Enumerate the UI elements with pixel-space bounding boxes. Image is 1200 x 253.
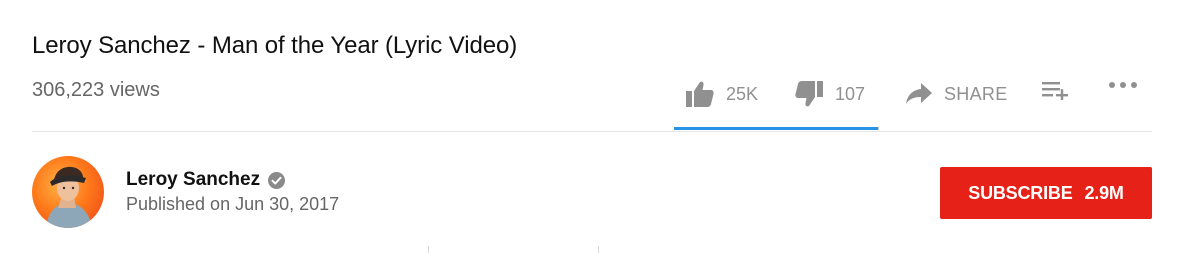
action-bar: 25K 107 SHARE [0,80,1200,110]
thumbs-up-icon [686,81,714,107]
channel-name-row: Leroy Sanchez [126,168,286,192]
dislike-button[interactable]: 107 [795,80,865,108]
divider [32,131,1152,132]
share-button[interactable]: SHARE [906,80,1008,108]
thumbs-down-icon [795,81,823,107]
subscribe-label: SUBSCRIBE [968,182,1073,203]
sentiment-bar [674,127,879,130]
channel-avatar[interactable] [32,156,104,228]
subscribe-button[interactable]: SUBSCRIBE 2.9M [940,167,1152,219]
more-dots-icon [1108,80,1138,90]
like-count: 25K [726,84,759,104]
verified-check-icon [268,171,286,189]
sentiment-bar-like-fill [674,127,879,130]
add-to-playlist-button[interactable] [1042,80,1070,100]
more-actions-button[interactable] [1108,80,1138,90]
like-button[interactable]: 25K [686,80,758,108]
share-label: SHARE [944,84,1008,104]
video-title: Leroy Sanchez - Man of the Year (Lyric V… [32,32,518,59]
share-arrow-icon [906,83,932,105]
dislike-count: 107 [835,84,866,104]
channel-name[interactable]: Leroy Sanchez [126,168,260,192]
add-to-playlist-icon [1042,80,1070,100]
subscriber-count: 2.9M [1084,182,1124,203]
video-info-panel: Leroy Sanchez - Man of the Year (Lyric V… [0,0,1200,253]
divider-mark-right [598,246,601,253]
divider-mark-left [428,246,431,253]
publish-date: Published on Jun 30, 2017 [126,194,340,214]
